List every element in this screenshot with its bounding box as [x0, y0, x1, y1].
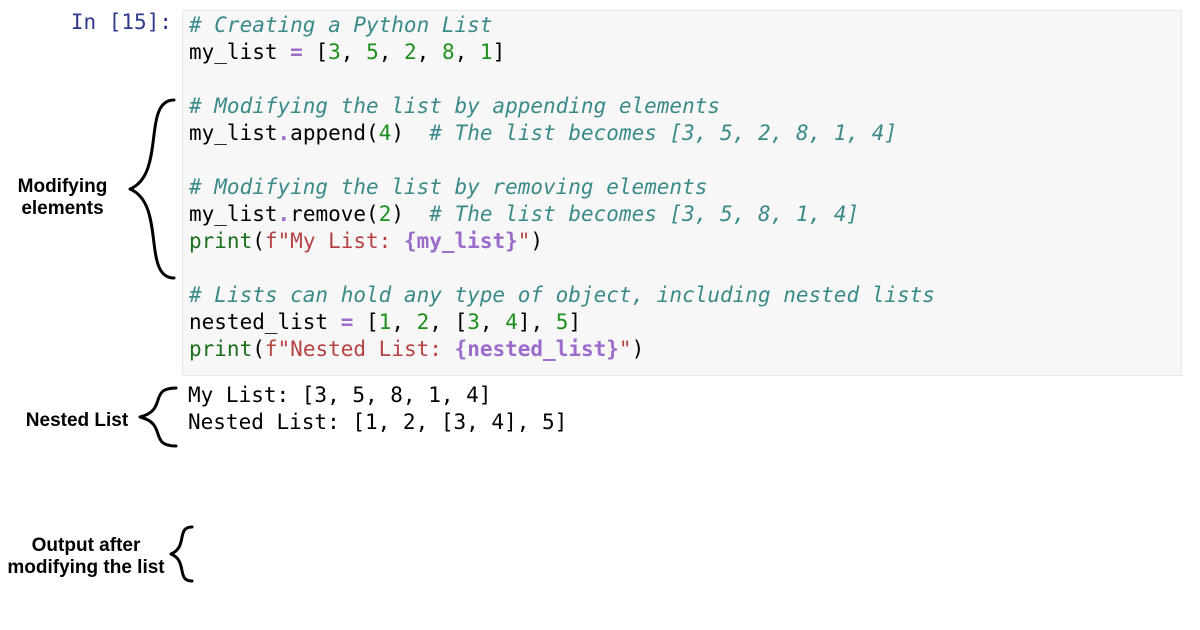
annotation-nested-list: Nested List	[22, 410, 132, 432]
code-comment: # Modifying the list by appending elemen…	[189, 94, 720, 118]
brace-icon	[134, 382, 180, 452]
annotation-modifying-elements: Modifying elements	[5, 176, 120, 220]
annotation-output: Output after modifying the list	[1, 535, 171, 579]
operator: =	[278, 40, 316, 64]
code-comment: # The list becomes [3, 5, 2, 8, 1, 4]	[429, 121, 897, 145]
code-comment: # Lists can hold any type of object, inc…	[189, 283, 935, 307]
output-area: My List: [3, 5, 8, 1, 4] Nested List: [1…	[182, 376, 1182, 436]
canvas: In [15]: # Creating a Python List my_lis…	[0, 0, 1200, 630]
notebook-cell: In [15]: # Creating a Python List my_lis…	[182, 10, 1182, 436]
input-prompt: In [15]:	[71, 10, 172, 34]
code-comment: # Creating a Python List	[189, 13, 492, 37]
code-text: my_list	[189, 40, 278, 64]
code-comment: # Modifying the list by removing element…	[189, 175, 707, 199]
code-editor[interactable]: # Creating a Python List my_list = [3, 5…	[182, 10, 1182, 376]
output-line: Nested List: [1, 2, [3, 4], 5]	[188, 410, 567, 434]
input-row: In [15]: # Creating a Python List my_lis…	[182, 10, 1182, 376]
output-line: My List: [3, 5, 8, 1, 4]	[188, 383, 491, 407]
code-comment: # The list becomes [3, 5, 8, 1, 4]	[429, 202, 859, 226]
brace-icon	[168, 522, 196, 586]
brace-icon	[122, 94, 180, 284]
